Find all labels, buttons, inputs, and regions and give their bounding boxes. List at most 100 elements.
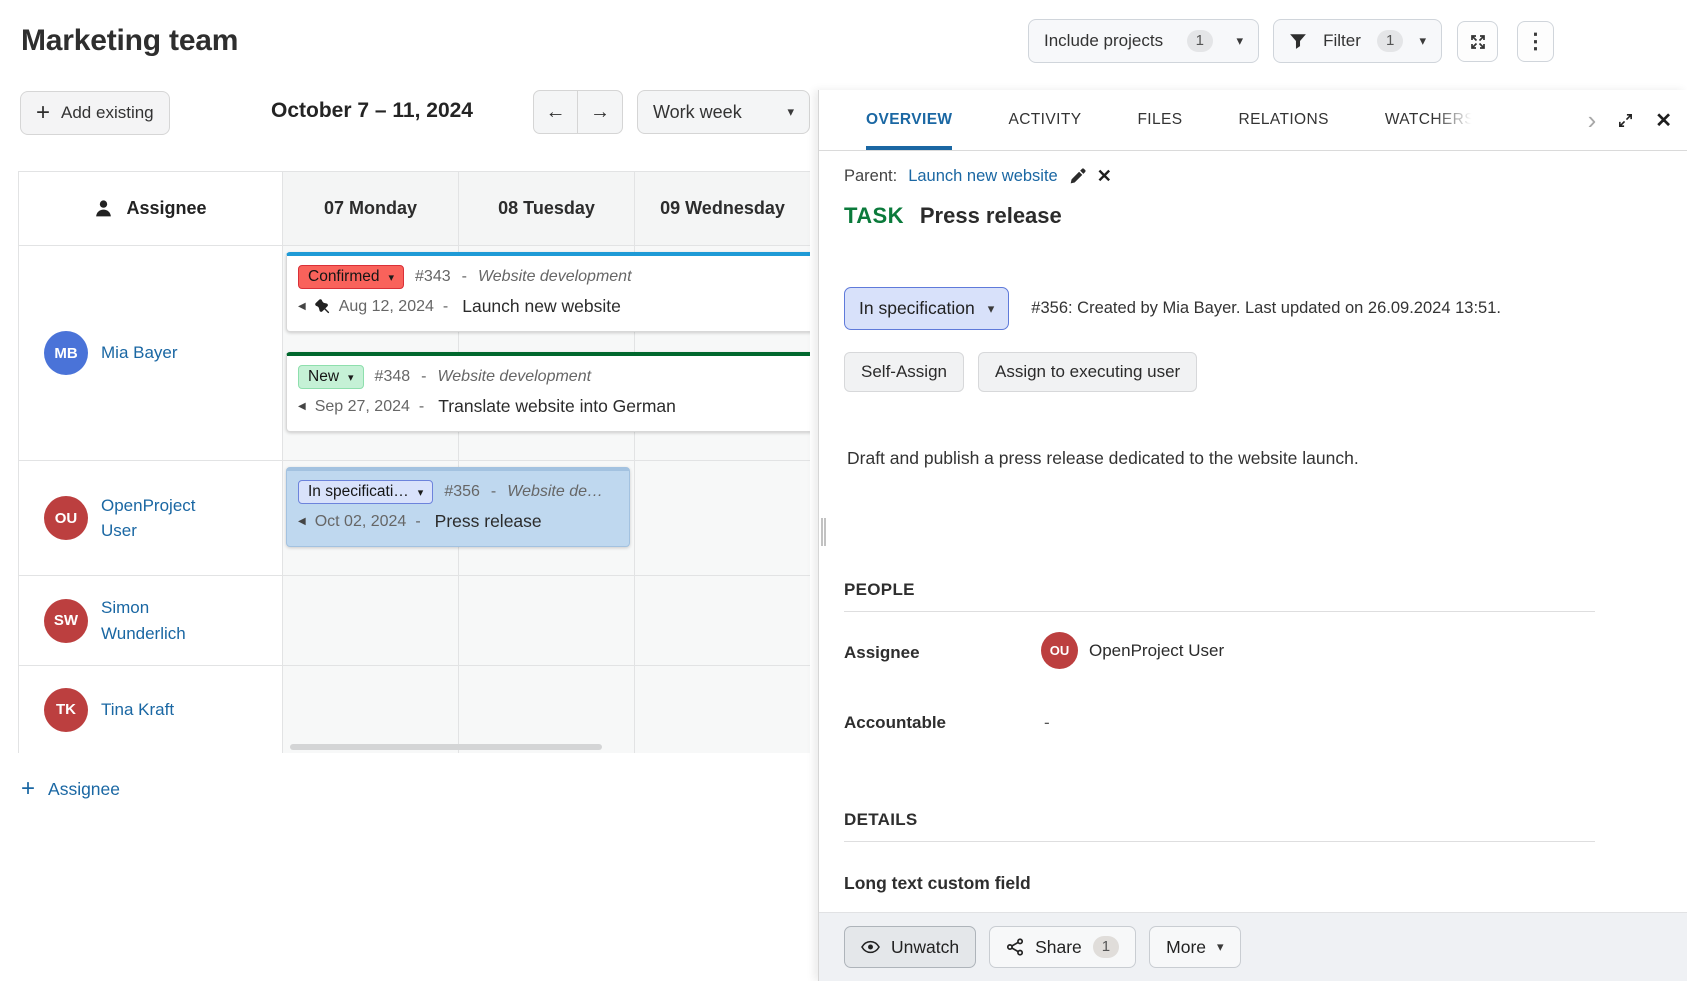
assign-to-executing-user-button[interactable]: Assign to executing user [978,352,1197,392]
calendar-cell[interactable] [635,666,810,753]
unwatch-button[interactable]: Unwatch [844,926,976,968]
status-label: In specificati… [308,483,409,501]
assignee-name-link[interactable]: Tina Kraft [101,697,174,723]
share-label: Share [1035,937,1082,958]
avatar: MB [44,331,88,375]
filter-button[interactable]: Filter 1 ▾ [1273,19,1442,63]
week-navigation: ← → [533,90,623,134]
open-fullscreen-icon[interactable] [1617,112,1634,129]
extends-before-icon: ◀ [298,401,306,412]
fullscreen-button[interactable] [1457,21,1498,62]
parent-link[interactable]: Launch new website [908,167,1058,186]
status-dropdown-confirmed[interactable]: Confirmed ▾ [298,265,404,289]
work-package-id: #356 [444,483,480,501]
chevron-down-icon: ▾ [348,371,354,384]
work-package-title: Launch new website [462,296,621,317]
add-existing-label: Add existing [61,103,154,123]
assignee-header-cell: Assignee [19,172,283,246]
assignee-row-openproject-user: OU OpenProject User [19,461,283,576]
separator: - [415,513,420,531]
project-name: Website development [437,368,591,386]
panel-resize-handle[interactable] [821,518,826,546]
status-dropdown-new[interactable]: New ▾ [298,365,364,389]
calendar-cell[interactable] [635,461,810,576]
tab-overview[interactable]: OVERVIEW [866,90,952,150]
more-label: More [1166,937,1206,958]
assignee-row-tina-kraft: TK Tina Kraft [19,666,283,753]
next-week-button[interactable]: → [578,91,622,133]
assignee-field-label: Assignee [844,643,920,663]
work-package-card-356[interactable]: In specificati… ▾ #356 - Website de… ◀ O… [286,467,630,547]
parent-label: Parent: [844,167,897,186]
include-projects-label: Include projects [1044,31,1163,51]
add-existing-button[interactable]: + Add existing [20,91,170,135]
separator: - [419,398,424,416]
assignee-field-value[interactable]: OU OpenProject User [1041,632,1224,669]
close-panel-icon[interactable]: ✕ [1655,108,1672,133]
share-button[interactable]: Share 1 [989,926,1136,968]
view-mode-label: Work week [653,102,742,123]
calendar-cell[interactable] [283,576,459,666]
calendar-cell[interactable] [459,666,635,753]
self-assign-button[interactable]: Self-Assign [844,352,964,392]
assign-actions-row: Self-Assign Assign to executing user [844,352,1197,392]
work-package-title-row: TASK Press release [844,203,1062,229]
tab-files[interactable]: FILES [1137,90,1182,150]
add-assignee-label: Assignee [48,779,120,800]
description-text[interactable]: Draft and publish a press release dedica… [847,448,1359,469]
calendar-cell[interactable] [459,576,635,666]
avatar: OU [1041,632,1078,669]
add-assignee-button[interactable]: + Assignee [21,777,120,801]
work-package-title[interactable]: Press release [920,203,1062,229]
team-planner-grid: Assignee 07 Monday 08 Tuesday 09 Wednesd… [18,171,810,753]
tab-overflow-chevron-right-icon[interactable]: › [1588,107,1597,133]
assignee-header-label: Assignee [126,198,206,219]
work-package-detail-panel: OVERVIEW ACTIVITY FILES RELATIONS WATCHE… [818,90,1687,981]
assignee-name-link[interactable]: Mia Bayer [101,340,178,366]
chevron-down-icon: ▾ [988,301,995,317]
more-menu-button[interactable]: ⋮ [1517,21,1554,62]
work-package-id: #343 [415,268,451,286]
remove-parent-icon[interactable]: ✕ [1097,166,1112,187]
long-text-custom-field-label: Long text custom field [844,873,1031,894]
chevron-down-icon: ▾ [389,271,395,284]
work-package-type[interactable]: TASK [844,203,904,229]
accountable-field-value[interactable]: - [1044,713,1050,733]
detail-tab-bar: OVERVIEW ACTIVITY FILES RELATIONS WATCHE… [819,90,1687,151]
project-name: Website development [478,268,632,286]
unwatch-label: Unwatch [891,937,959,958]
tab-activity[interactable]: ACTIVITY [1008,90,1081,150]
status-label: Confirmed [308,268,380,286]
chevron-down-icon: ▾ [1236,33,1243,49]
tab-watchers[interactable]: WATCHERS [1385,90,1475,150]
filter-label: Filter [1323,31,1361,51]
start-date: Oct 02, 2024 [315,513,407,531]
page-title: Marketing team [21,24,238,58]
day-header-tuesday: 08 Tuesday [459,172,635,246]
tab-relations[interactable]: RELATIONS [1239,90,1329,150]
avatar: SW [44,599,88,643]
status-dropdown[interactable]: In specification ▾ [844,287,1009,330]
work-package-title: Translate website into German [438,396,676,417]
fullscreen-icon [1468,32,1488,52]
eye-icon [861,940,880,954]
edit-parent-pencil-icon[interactable] [1069,168,1086,185]
more-button[interactable]: More ▾ [1149,926,1240,968]
filter-funnel-icon [1289,32,1307,50]
status-row: In specification ▾ #356: Created by Mia … [844,287,1501,330]
section-divider [844,611,1595,612]
calendar-cell[interactable] [283,666,459,753]
share-count-badge: 1 [1093,936,1119,958]
assignee-name-link[interactable]: OpenProject User [101,493,225,544]
horizontal-scrollbar[interactable] [290,744,602,750]
assignee-name-link[interactable]: Simon Wunderlich [101,595,225,646]
section-divider [844,841,1595,842]
kebab-menu-icon: ⋮ [1525,29,1546,54]
status-dropdown-in-specification[interactable]: In specificati… ▾ [298,480,433,504]
calendar-cell[interactable] [635,576,810,666]
work-package-card-348[interactable]: New ▾ #348 - Website development ◀ Sep 2… [286,352,810,432]
include-projects-button[interactable]: Include projects 1 ▾ [1028,19,1259,63]
previous-week-button[interactable]: ← [534,91,578,133]
work-package-card-343[interactable]: Confirmed ▾ #343 - Website development ◀… [286,252,810,332]
view-mode-select[interactable]: Work week ▾ [637,90,810,134]
